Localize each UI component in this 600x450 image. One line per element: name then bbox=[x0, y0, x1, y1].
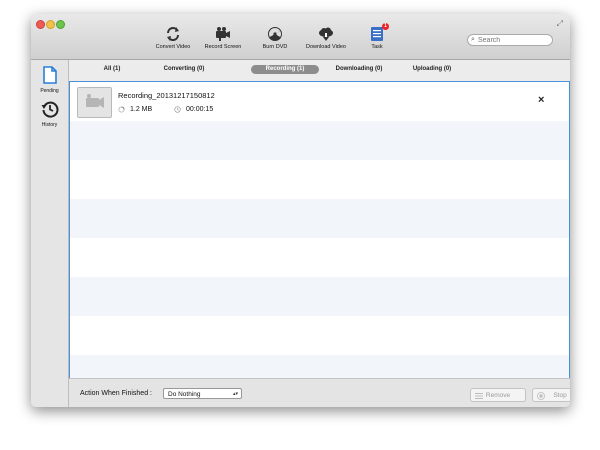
sidebar-item-pending[interactable]: Pending bbox=[33, 66, 66, 94]
remove-button[interactable]: Remove bbox=[470, 388, 526, 402]
action-when-finished-label: Action When Finished : bbox=[80, 390, 152, 397]
search-box[interactable]: ⌕ bbox=[467, 34, 553, 46]
clock-icon bbox=[174, 106, 181, 113]
video-thumbnail bbox=[77, 87, 112, 118]
tab-bar: All (1) Converting (0) Recording (1) Dow… bbox=[69, 60, 570, 82]
document-icon bbox=[42, 66, 57, 84]
spinner-icon bbox=[118, 106, 125, 113]
bottom-bar: Action When Finished : Do Nothing ▴▾ Rem… bbox=[69, 378, 570, 407]
radiation-icon bbox=[268, 27, 282, 41]
fullscreen-icon[interactable]: ⤢ bbox=[557, 19, 563, 29]
toolbar-item-label: Task bbox=[371, 44, 383, 50]
task-row[interactable]: Recording_20131217150812 1.2 MB 00:00:15… bbox=[70, 82, 569, 121]
sidebar-item-label: Pending bbox=[40, 88, 59, 94]
tab-all[interactable]: All (1) bbox=[99, 65, 125, 74]
stop-button-label: Stop bbox=[553, 392, 567, 399]
zoom-window-button[interactable] bbox=[56, 20, 65, 29]
tab-downloading[interactable]: Downloading (0) bbox=[331, 65, 387, 74]
app-window: ⤢ Convert Video Record Screen Burn DVD D… bbox=[31, 14, 570, 407]
cloud-download-icon bbox=[319, 27, 333, 41]
list-row bbox=[70, 160, 569, 199]
camera-icon bbox=[216, 27, 230, 41]
toolbar: ⤢ Convert Video Record Screen Burn DVD D… bbox=[31, 14, 570, 60]
close-window-button[interactable] bbox=[36, 20, 45, 29]
action-select-value: Do Nothing bbox=[168, 391, 201, 398]
sidebar: Pending History bbox=[31, 60, 69, 407]
history-icon bbox=[41, 101, 58, 118]
sidebar-item-history[interactable]: History bbox=[33, 100, 66, 128]
list-row bbox=[70, 121, 569, 160]
select-arrows-icon: ▴▾ bbox=[232, 391, 238, 397]
list-row bbox=[70, 199, 569, 238]
stop-icon bbox=[537, 392, 545, 400]
tab-converting[interactable]: Converting (0) bbox=[159, 65, 209, 74]
list-row bbox=[70, 277, 569, 316]
stop-button[interactable]: Stop bbox=[532, 388, 570, 402]
remove-button-label: Remove bbox=[485, 392, 511, 399]
search-icon: ⌕ bbox=[471, 36, 475, 43]
task-duration: 00:00:15 bbox=[186, 106, 214, 113]
task-title: Recording_20131217150812 bbox=[118, 91, 215, 100]
task-file-size: 1.2 MB bbox=[130, 106, 153, 113]
task-badge: 1 bbox=[382, 23, 389, 30]
tab-uploading[interactable]: Uploading (0) bbox=[407, 65, 457, 74]
task-list: Recording_20131217150812 1.2 MB 00:00:15… bbox=[69, 81, 570, 379]
tab-recording[interactable]: Recording (1) bbox=[251, 65, 319, 74]
task-icon-wrap: 1 bbox=[369, 23, 389, 42]
toolbar-task-button[interactable]: 1 Task bbox=[347, 23, 407, 50]
search-input[interactable] bbox=[478, 35, 548, 45]
sidebar-item-label: History bbox=[41, 122, 58, 128]
list-row bbox=[70, 238, 569, 277]
video-camera-icon bbox=[86, 94, 104, 108]
convert-icon bbox=[167, 27, 179, 41]
list-row bbox=[70, 316, 569, 355]
toolbar-record-screen-button[interactable]: Record Screen bbox=[193, 26, 253, 50]
minimize-window-button[interactable] bbox=[46, 20, 55, 29]
action-when-finished-select[interactable]: Do Nothing ▴▾ bbox=[163, 388, 242, 399]
remove-task-close-icon[interactable]: × bbox=[538, 94, 544, 106]
toolbar-item-label: Record Screen bbox=[204, 44, 242, 50]
list-remove-icon bbox=[475, 393, 483, 399]
list-row bbox=[70, 355, 569, 378]
